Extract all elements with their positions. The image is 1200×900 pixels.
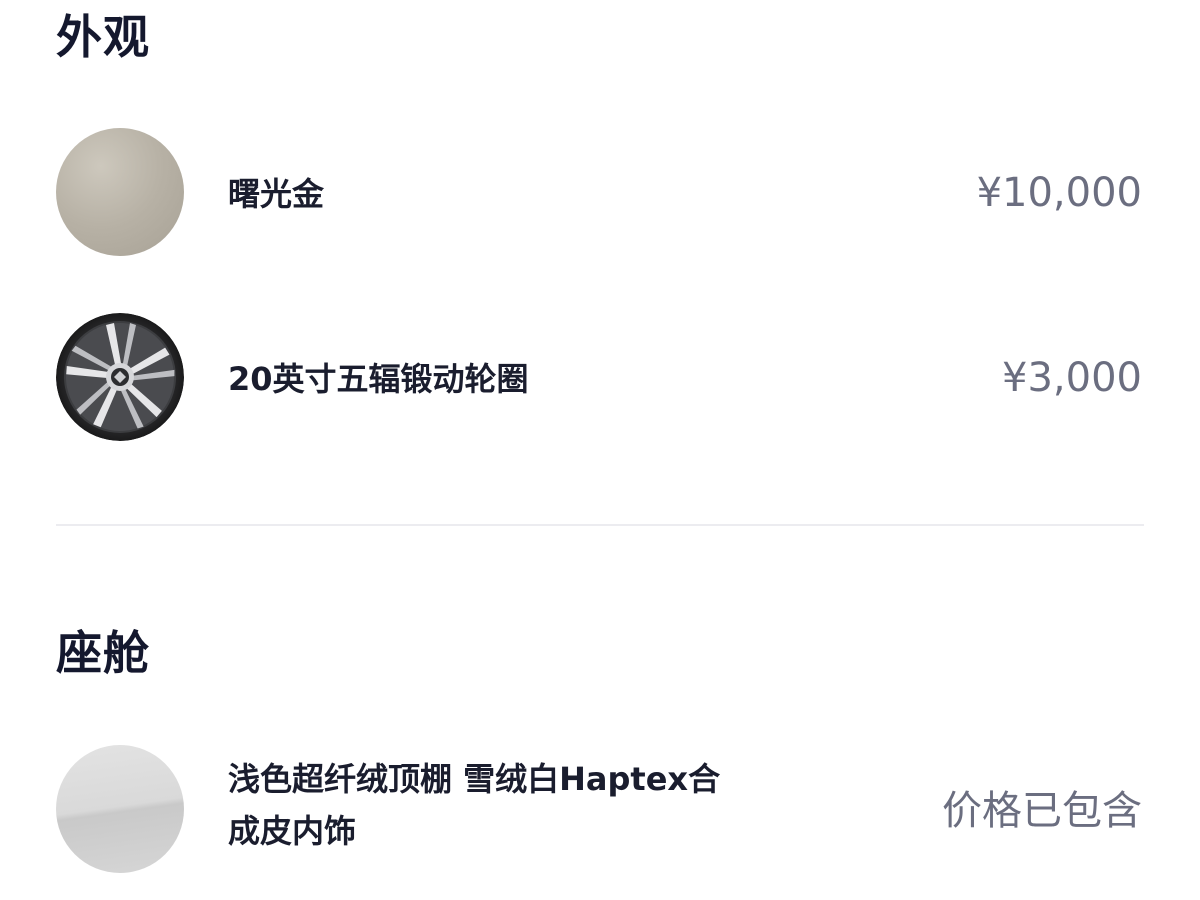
order-summary-page: 外观 曙光金 ¥10,000 20英寸五辐锻动轮圈 ¥3,000 座舱 浅色超纤… [0,0,1200,900]
exterior-section-title: 外观 [56,10,150,64]
item-name-paint: 曙光金 [228,175,325,213]
item-price-wheel: ¥3,000 [1002,355,1142,401]
item-name-interior-line2: 成皮内饰 [228,811,357,850]
exterior-item-paint: 曙光金 ¥10,000 [0,128,1200,258]
item-price-paint: ¥10,000 [976,170,1142,216]
exterior-item-wheel: 20英寸五辐锻动轮圈 ¥3,000 [0,313,1200,443]
wheel-rim-icon [56,313,184,441]
interior-color-swatch [56,745,184,873]
item-name-interior-line1: 浅色超纤绒顶棚 雪绒白Haptex合 [228,760,721,798]
item-name-wheel: 20英寸五辐锻动轮圈 [228,360,529,398]
cabin-section-title: 座舱 [56,626,150,680]
cabin-item-interior: 浅色超纤绒顶棚 雪绒白Haptex合 成皮内饰 价格已包含 [0,745,1200,875]
section-divider [56,524,1144,526]
item-name-interior: 浅色超纤绒顶棚 雪绒白Haptex合 成皮内饰 [228,759,720,852]
item-price-interior: 价格已包含 [942,788,1142,834]
gold-paint-swatch [56,128,184,256]
